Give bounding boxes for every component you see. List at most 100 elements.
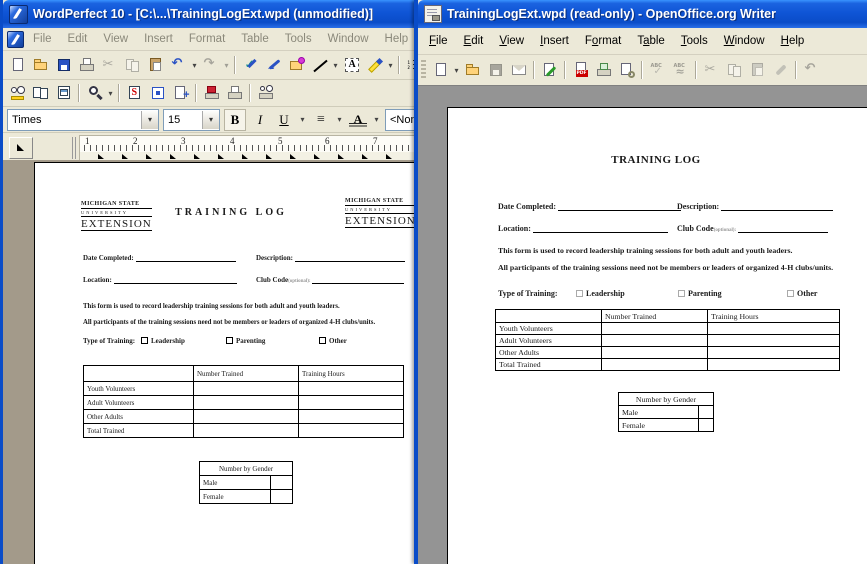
tab-marker-icon[interactable] bbox=[338, 154, 344, 159]
underline-button[interactable]: U bbox=[274, 110, 294, 130]
field-description: Description: bbox=[256, 253, 405, 262]
wp-toolbar-main bbox=[3, 51, 423, 80]
tab-type-selector-button[interactable] bbox=[9, 137, 33, 159]
edit-file-button[interactable] bbox=[538, 59, 561, 81]
oo-menu-edit[interactable]: Edit bbox=[457, 33, 491, 49]
tab-marker-icon[interactable] bbox=[266, 154, 272, 159]
italic-button[interactable]: I bbox=[250, 110, 270, 130]
print-book-button[interactable] bbox=[200, 82, 223, 104]
wp-menu-insert[interactable]: Insert bbox=[137, 31, 180, 47]
wp-document-icon[interactable] bbox=[7, 31, 24, 48]
bold-button[interactable]: B bbox=[224, 109, 246, 131]
highlighter-button[interactable] bbox=[363, 54, 386, 76]
tab-marker-icon[interactable] bbox=[98, 154, 104, 159]
web-view-icon bbox=[56, 85, 72, 101]
ruler-grip-icon[interactable] bbox=[72, 137, 76, 159]
open-button[interactable] bbox=[461, 59, 484, 81]
description-blank-line bbox=[295, 253, 405, 262]
wp-menu-file[interactable]: File bbox=[26, 31, 59, 47]
font-size-combobox[interactable]: 15 ▾ bbox=[163, 109, 220, 131]
paragraph-1: This form is used to record leadership t… bbox=[83, 303, 340, 310]
paste-button[interactable] bbox=[144, 54, 167, 76]
oo-menu-view[interactable]: View bbox=[492, 33, 531, 49]
format-brush-button[interactable] bbox=[239, 54, 262, 76]
oo-menu-format[interactable]: Format bbox=[578, 33, 628, 49]
wp-menu-edit[interactable]: Edit bbox=[61, 31, 95, 47]
wp-menu-window[interactable]: Window bbox=[321, 31, 376, 47]
line-dropdown-caret-icon[interactable] bbox=[331, 55, 340, 75]
wp-menu-help[interactable]: Help bbox=[378, 31, 416, 47]
oo-document-page[interactable]: TRAINING LOG Date Completed: Description… bbox=[447, 107, 867, 564]
wp-document-area: MICHIGAN STATE UNIVERSITY EXTENSION TRAI… bbox=[3, 160, 423, 564]
highlighter-dropdown-caret-icon[interactable] bbox=[386, 55, 395, 75]
print-button[interactable] bbox=[75, 54, 98, 76]
wp-titlebar[interactable]: WordPerfect 10 - [C:\...\TrainingLogExt.… bbox=[3, 0, 423, 28]
zoom-dropdown-caret-icon[interactable] bbox=[106, 83, 115, 103]
tab-marker-icon[interactable] bbox=[146, 154, 152, 159]
new-page-button[interactable] bbox=[169, 82, 192, 104]
gender-table: Number by Gender Male Female bbox=[618, 392, 714, 432]
font-face-combobox[interactable]: Times ▾ bbox=[7, 109, 159, 131]
table-header-row: Number by Gender bbox=[619, 393, 714, 406]
tab-marker-icon[interactable] bbox=[218, 154, 224, 159]
folder-search-button[interactable] bbox=[285, 54, 308, 76]
mail-document-button[interactable] bbox=[507, 59, 530, 81]
tab-marker-icon[interactable] bbox=[242, 154, 248, 159]
print-button[interactable] bbox=[592, 59, 615, 81]
font-face-caret-icon[interactable]: ▾ bbox=[141, 111, 158, 129]
print-preview-button[interactable] bbox=[254, 82, 277, 104]
toolbar-grip-icon[interactable] bbox=[421, 60, 426, 80]
font-color-dropdown-caret-icon[interactable] bbox=[372, 110, 381, 130]
openoffice-window: TrainingLogExt.wpd (read-only) - OpenOff… bbox=[414, 0, 867, 564]
new-document-button[interactable] bbox=[6, 54, 29, 76]
wp-document-page[interactable]: MICHIGAN STATE UNIVERSITY EXTENSION TRAI… bbox=[34, 162, 423, 564]
printer-button[interactable] bbox=[223, 82, 246, 104]
new-dropdown-caret-icon[interactable] bbox=[452, 60, 461, 80]
fit-page-button[interactable] bbox=[146, 82, 169, 104]
tab-marker-icon[interactable] bbox=[194, 154, 200, 159]
text-box-button[interactable] bbox=[340, 54, 363, 76]
save-button[interactable] bbox=[52, 54, 75, 76]
underline-dropdown-caret-icon[interactable] bbox=[298, 110, 307, 130]
oo-titlebar[interactable]: TrainingLogExt.wpd (read-only) - OpenOff… bbox=[418, 0, 867, 28]
save-icon bbox=[56, 57, 72, 73]
field-date-completed: Date Completed: bbox=[83, 253, 236, 262]
wp-menu-table[interactable]: Table bbox=[234, 31, 276, 47]
oo-menu-tools[interactable]: Tools bbox=[674, 33, 715, 49]
oo-menu-help[interactable]: Help bbox=[774, 33, 812, 49]
training-type-label: Type of Training: bbox=[498, 289, 558, 298]
draft-view-button[interactable] bbox=[6, 82, 29, 104]
wp-menu-tools[interactable]: Tools bbox=[278, 31, 319, 47]
font-size-caret-icon[interactable]: ▾ bbox=[202, 111, 219, 129]
tab-marker-icon[interactable] bbox=[314, 154, 320, 159]
tab-marker-icon[interactable] bbox=[170, 154, 176, 159]
multi-page-view-button[interactable] bbox=[29, 82, 52, 104]
justification-dropdown-caret-icon[interactable] bbox=[335, 110, 344, 130]
page-preview-button[interactable] bbox=[615, 59, 638, 81]
new-document-icon bbox=[10, 57, 26, 73]
table-row: Total Trained bbox=[496, 359, 840, 371]
web-view-button[interactable] bbox=[52, 82, 75, 104]
oo-menu-table[interactable]: Table bbox=[630, 33, 672, 49]
wp-menu-view[interactable]: View bbox=[96, 31, 135, 47]
tab-marker-icon[interactable] bbox=[290, 154, 296, 159]
undo-dropdown-caret-icon[interactable] bbox=[190, 55, 199, 75]
horizontal-ruler[interactable]: 1 2 3 4 5 6 7 bbox=[79, 135, 418, 163]
draw-line-button[interactable] bbox=[308, 54, 331, 76]
oo-menu-window[interactable]: Window bbox=[717, 33, 772, 49]
tab-marker-icon[interactable] bbox=[386, 154, 392, 159]
zoom-button[interactable] bbox=[83, 82, 106, 104]
open-button[interactable] bbox=[29, 54, 52, 76]
wp-menu-format[interactable]: Format bbox=[182, 31, 232, 47]
oo-menu-insert[interactable]: Insert bbox=[533, 33, 576, 49]
spell-book-button[interactable] bbox=[123, 82, 146, 104]
new-document-button[interactable] bbox=[429, 59, 452, 81]
tab-marker-icon[interactable] bbox=[362, 154, 368, 159]
undo-button[interactable] bbox=[167, 54, 190, 76]
export-pdf-button[interactable] bbox=[569, 59, 592, 81]
justification-button[interactable] bbox=[311, 110, 331, 130]
oo-menu-file[interactable]: File bbox=[422, 33, 455, 49]
font-color-button[interactable]: A bbox=[348, 110, 368, 130]
tab-marker-icon[interactable] bbox=[122, 154, 128, 159]
signature-pen-button[interactable] bbox=[262, 54, 285, 76]
